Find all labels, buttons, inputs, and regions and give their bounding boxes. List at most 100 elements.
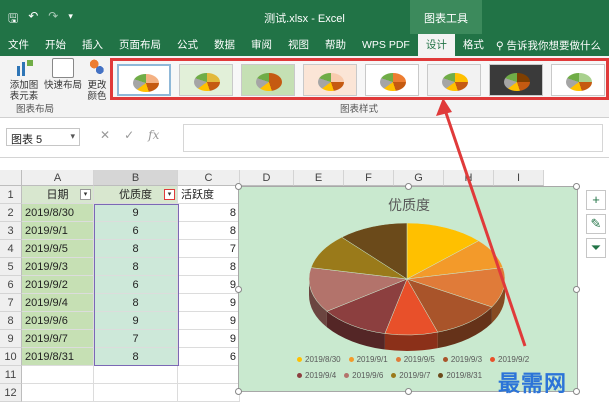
empty-cell[interactable] (94, 366, 178, 384)
table-cell[interactable]: 9 (94, 204, 178, 222)
enter-icon[interactable]: ✓ (124, 128, 134, 142)
legend-item[interactable]: 2019/9/4 (297, 371, 336, 380)
tell-me-search[interactable]: ⚲ 告诉我你想要做什么 (496, 38, 601, 53)
chart-styles-button[interactable]: ✎ (586, 214, 606, 234)
header-cell[interactable]: 日期 ▾ (22, 186, 94, 204)
chart-style-thumbnail[interactable] (117, 64, 171, 96)
column-header-D[interactable]: D (240, 170, 294, 186)
table-cell[interactable]: 8 (94, 348, 178, 366)
row-header-3[interactable]: 3 (0, 222, 22, 240)
table-cell[interactable]: 2019/9/5 (22, 240, 94, 258)
table-cell[interactable]: 6 (94, 276, 178, 294)
empty-cell[interactable] (94, 384, 178, 402)
row-header-4[interactable]: 4 (0, 240, 22, 258)
tab-5[interactable]: 数据 (206, 34, 243, 56)
chart-style-thumbnail[interactable] (427, 64, 481, 96)
table-cell[interactable]: 9 (178, 276, 240, 294)
chart-style-thumbnail[interactable] (489, 64, 543, 96)
row-header-10[interactable]: 10 (0, 348, 22, 366)
tab-11[interactable]: 格式 (455, 34, 492, 56)
tab-0[interactable]: 文件 (0, 34, 37, 56)
table-cell[interactable]: 2019/9/3 (22, 258, 94, 276)
tab-2[interactable]: 插入 (74, 34, 111, 56)
chart-filters-button[interactable]: ⏷ (586, 238, 606, 258)
table-cell[interactable]: 8 (178, 204, 240, 222)
table-cell[interactable]: 8 (178, 258, 240, 276)
empty-cell[interactable] (22, 366, 94, 384)
resize-handle[interactable] (235, 183, 242, 190)
row-header-7[interactable]: 7 (0, 294, 22, 312)
legend-item[interactable]: 2019/9/1 (348, 355, 388, 364)
row-header-1[interactable]: 1 (0, 186, 22, 204)
table-cell[interactable]: 2019/9/2 (22, 276, 94, 294)
chart-style-thumbnail[interactable] (365, 64, 419, 96)
table-cell[interactable]: 7 (178, 240, 240, 258)
formula-input[interactable] (183, 124, 603, 152)
tab-3[interactable]: 页面布局 (111, 34, 169, 56)
filter-dropdown-icon[interactable]: ▾ (80, 189, 91, 200)
empty-cell[interactable] (22, 384, 94, 402)
table-cell[interactable]: 7 (94, 330, 178, 348)
header-cell[interactable]: 活跃度 (178, 186, 240, 204)
table-cell[interactable]: 9 (94, 312, 178, 330)
tab-10[interactable]: 设计 (417, 34, 455, 56)
resize-handle[interactable] (405, 183, 412, 190)
resize-handle[interactable] (573, 183, 580, 190)
column-header-C[interactable]: C (178, 170, 240, 186)
tab-4[interactable]: 公式 (169, 34, 206, 56)
name-box[interactable]: 图表 5 ▾ (6, 128, 80, 146)
tab-1[interactable]: 开始 (37, 34, 74, 56)
resize-handle[interactable] (405, 388, 412, 395)
header-cell[interactable]: 优质度 ▾ (94, 186, 178, 204)
table-cell[interactable]: 2019/8/30 (22, 204, 94, 222)
tab-9[interactable]: WPS PDF (354, 34, 418, 56)
table-cell[interactable]: 9 (178, 294, 240, 312)
table-cell[interactable]: 6 (178, 348, 240, 366)
legend-item[interactable]: 2019/9/6 (344, 371, 383, 380)
column-header-H[interactable]: H (444, 170, 494, 186)
legend-item[interactable]: 2019/8/31 (438, 371, 482, 380)
column-header-E[interactable]: E (294, 170, 344, 186)
row-header-6[interactable]: 6 (0, 276, 22, 294)
filter-dropdown-icon[interactable]: ▾ (164, 189, 175, 200)
column-header-B[interactable]: B (94, 170, 178, 186)
legend-item[interactable]: 2019/9/5 (395, 355, 435, 364)
table-cell[interactable]: 8 (94, 258, 178, 276)
tab-6[interactable]: 审阅 (243, 34, 280, 56)
tab-7[interactable]: 视图 (280, 34, 317, 56)
pie-chart[interactable]: 优质度 2019/8/30 2019/9/1 2019/9/5 2019/9/3 201… (235, 183, 580, 395)
row-header-2[interactable]: 2 (0, 204, 22, 222)
legend-item[interactable]: 2019/9/2 (490, 355, 529, 364)
cancel-icon[interactable]: ✕ (100, 128, 110, 142)
resize-handle[interactable] (235, 286, 242, 293)
table-cell[interactable]: 2019/9/6 (22, 312, 94, 330)
table-cell[interactable]: 8 (178, 222, 240, 240)
table-cell[interactable]: 2019/8/31 (22, 348, 94, 366)
column-header-A[interactable]: A (22, 170, 94, 186)
legend-item[interactable]: 2019/8/30 (297, 355, 341, 364)
row-header-9[interactable]: 9 (0, 330, 22, 348)
table-cell[interactable]: 8 (94, 294, 178, 312)
chart-elements-button[interactable]: + (586, 190, 606, 210)
empty-cell[interactable] (178, 366, 240, 384)
legend-item[interactable]: 2019/9/7 (391, 371, 430, 380)
table-cell[interactable]: 6 (94, 222, 178, 240)
resize-handle[interactable] (573, 286, 580, 293)
change-colors-button[interactable]: 更改颜色 (86, 58, 108, 102)
quick-layout-button[interactable]: 快速布局 (44, 58, 82, 91)
empty-cell[interactable] (178, 384, 240, 402)
row-header-12[interactable]: 12 (0, 384, 22, 402)
chart-style-thumbnail[interactable] (241, 64, 295, 96)
table-cell[interactable]: 2019/9/7 (22, 330, 94, 348)
table-cell[interactable]: 9 (178, 330, 240, 348)
insert-function-icon[interactable]: fx (148, 128, 159, 142)
table-cell[interactable]: 9 (178, 312, 240, 330)
row-header-11[interactable]: 11 (0, 366, 22, 384)
resize-handle[interactable] (235, 388, 242, 395)
add-chart-element-button[interactable]: 添加图表元素 (6, 58, 42, 102)
row-header-5[interactable]: 5 (0, 258, 22, 276)
column-header-I[interactable]: I (494, 170, 544, 186)
chart-style-thumbnail[interactable] (303, 64, 357, 96)
tab-8[interactable]: 帮助 (317, 34, 354, 56)
row-header-8[interactable]: 8 (0, 312, 22, 330)
